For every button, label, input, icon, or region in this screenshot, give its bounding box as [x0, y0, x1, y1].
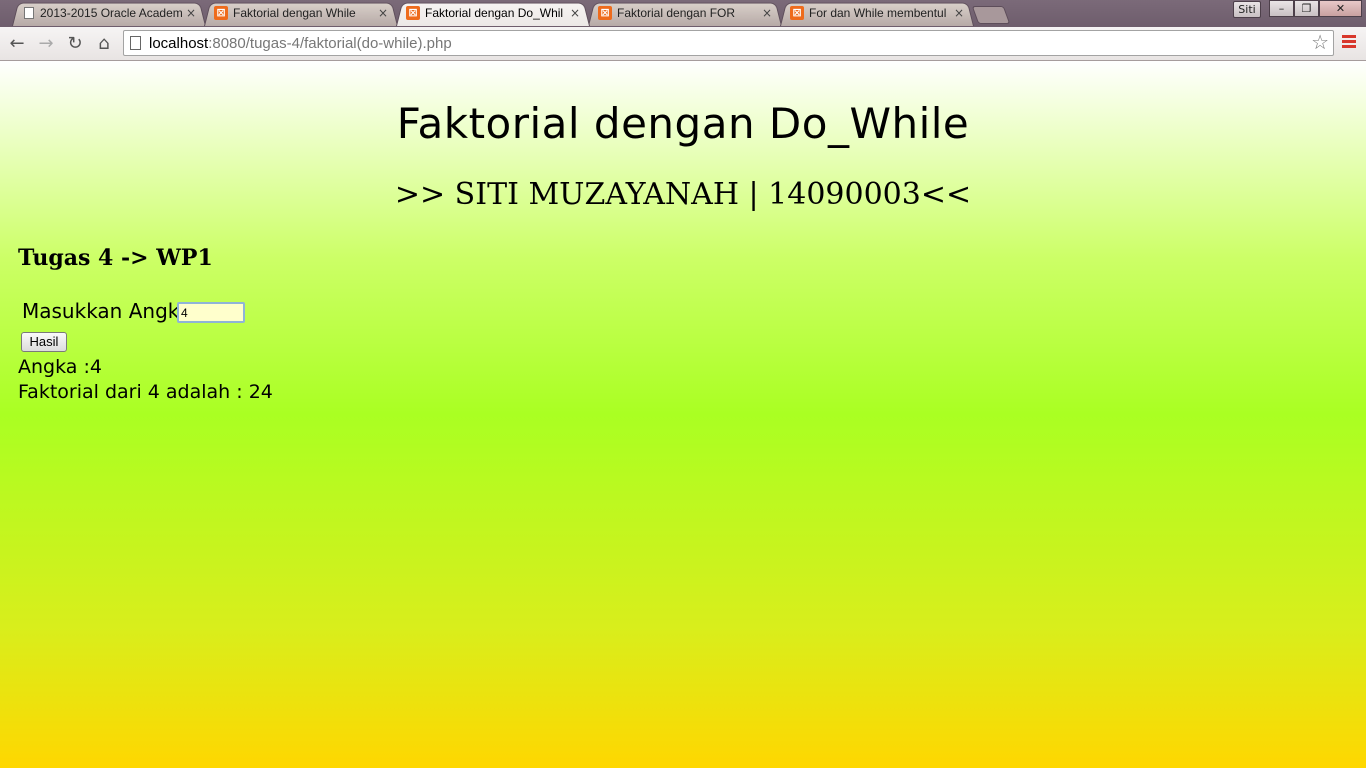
browser-toolbar: ← → ↻ ⌂ localhost:8080/tugas-4/faktorial… [0, 27, 1366, 61]
tab-title: Faktorial dengan Do_Whil [425, 6, 564, 20]
tab-title: For dan While membentul [809, 6, 947, 20]
hamburger-menu-icon[interactable] [1342, 35, 1356, 51]
xampp-icon: ⊠ [406, 6, 420, 20]
tab-faktorial-for[interactable]: ⊠ Faktorial dengan FOR × [598, 4, 774, 22]
xampp-icon: ⊠ [214, 6, 228, 20]
tab-close-icon[interactable]: × [376, 6, 390, 20]
xampp-icon: ⊠ [790, 6, 804, 20]
home-icon[interactable]: ⌂ [92, 32, 116, 56]
tab-title: Faktorial dengan FOR [617, 6, 736, 20]
tab-for-dan-while[interactable]: ⊠ For dan While membentul × [790, 4, 966, 22]
page-icon [24, 7, 34, 19]
result-number: Angka :4 [18, 356, 102, 378]
xampp-icon: ⊠ [598, 6, 612, 20]
new-tab-button[interactable] [971, 6, 1011, 24]
hasil-button[interactable]: Hasil [21, 332, 67, 352]
number-label: Masukkan Angka [22, 299, 192, 323]
url-path: :8080/tugas-4/faktorial(do-while).php [208, 35, 452, 52]
page-body: Faktorial dengan Do_While >> SITI MUZAYA… [0, 61, 1366, 768]
forward-arrow-icon[interactable]: → [34, 32, 58, 56]
tab-faktorial-while[interactable]: ⊠ Faktorial dengan While × [214, 4, 390, 22]
back-arrow-icon[interactable]: ← [5, 32, 29, 56]
page-title: Faktorial dengan Do_While [396, 99, 970, 148]
section-heading: Tugas 4 -> WP1 [18, 245, 213, 271]
tab-oracle-academy[interactable]: 2013-2015 Oracle Academ × [22, 4, 198, 22]
restore-button[interactable]: ❐ [1294, 0, 1319, 17]
profile-button[interactable]: Siti [1233, 1, 1261, 18]
tab-close-icon[interactable]: × [760, 6, 774, 20]
browser-titlebar: 2013-2015 Oracle Academ × ⊠ Faktorial de… [0, 0, 1366, 27]
page-icon [130, 36, 141, 50]
tab-close-icon[interactable]: × [568, 6, 582, 20]
tab-close-icon[interactable]: × [184, 6, 198, 20]
address-bar[interactable]: localhost:8080/tugas-4/faktorial(do-whil… [123, 30, 1334, 56]
reload-icon[interactable]: ↻ [63, 32, 87, 56]
page-subtitle: >> SITI MUZAYANAH | 14090003<< [394, 177, 972, 212]
number-input[interactable] [177, 302, 245, 323]
minimize-button[interactable]: – [1269, 0, 1294, 17]
tab-title: Faktorial dengan While [233, 6, 356, 20]
url-text: localhost:8080/tugas-4/faktorial(do-whil… [149, 35, 452, 52]
bookmark-star-icon[interactable]: ☆ [1311, 31, 1329, 55]
tab-faktorial-do-while[interactable]: ⊠ Faktorial dengan Do_Whil × [406, 4, 582, 22]
tab-close-icon[interactable]: × [952, 6, 966, 20]
url-host: localhost [149, 35, 209, 52]
close-window-button[interactable]: ✕ [1319, 0, 1362, 17]
tab-title: 2013-2015 Oracle Academ [40, 6, 183, 20]
result-factorial: Faktorial dari 4 adalah : 24 [18, 381, 273, 403]
